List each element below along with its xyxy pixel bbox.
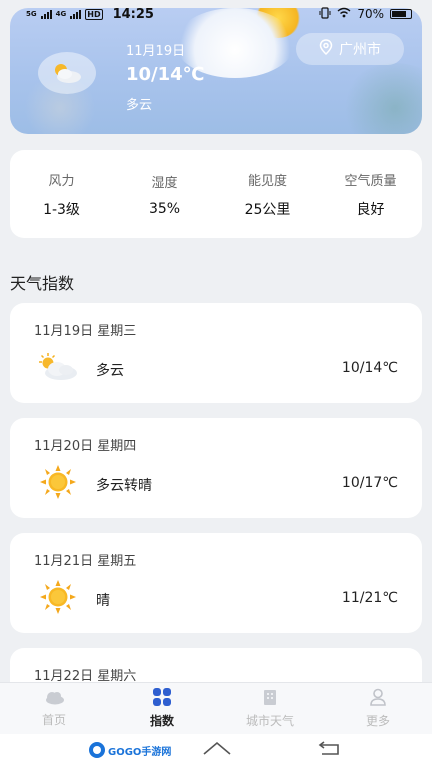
nav-more[interactable]: 更多: [324, 683, 432, 734]
partly-cloudy-icon: [36, 349, 80, 385]
city-name: 广州市: [339, 42, 381, 58]
hd-badge: HD: [85, 8, 103, 20]
forecast-card[interactable]: 11月20日 星期四 多云转晴 10/17℃: [10, 418, 422, 518]
forecast-temperature: 10/14℃: [341, 360, 398, 376]
stat-visibility: 能见度 25公里: [218, 170, 318, 219]
back-button[interactable]: [318, 740, 342, 760]
city-selector-button[interactable]: 广州市: [296, 33, 404, 65]
status-time: 14:25: [112, 6, 154, 22]
wifi-icon: [337, 7, 351, 21]
forecast-date: 11月21日 星期五: [34, 554, 137, 569]
vibrate-icon: [319, 6, 331, 22]
stat-wind: 风力 1-3级: [12, 170, 112, 219]
weather-stats-card: 风力 1-3级 湿度 35% 能见度 25公里 空气质量 良好: [10, 150, 422, 238]
sun-icon: [36, 464, 80, 500]
current-condition: 多云: [126, 98, 153, 113]
current-temperature: 10/14℃: [126, 64, 205, 85]
nav-home[interactable]: 首页: [0, 683, 108, 734]
stat-value: 1-3级: [43, 201, 80, 218]
grid-icon: [152, 688, 172, 710]
network-5g-label: 5G: [26, 9, 37, 18]
section-title: 天气指数: [10, 274, 75, 293]
forecast-temperature: 10/17℃: [341, 475, 398, 491]
status-left: 5G 4G HD 14:25: [26, 7, 154, 22]
back-icon: [318, 741, 339, 755]
stat-air-quality: 空气质量 良好: [321, 170, 421, 219]
location-pin-icon: [319, 39, 333, 59]
battery-icon: [390, 9, 412, 19]
forecast-date: 11月20日 星期四: [34, 439, 137, 454]
nav-label: 首页: [41, 713, 66, 727]
stat-label: 湿度: [151, 175, 178, 191]
cloud-icon: [43, 689, 65, 709]
signal-icon: [40, 9, 52, 19]
user-icon: [369, 688, 387, 710]
stat-humidity: 湿度 35%: [115, 172, 215, 217]
forecast-temperature: 11/21℃: [341, 590, 398, 606]
forecast-card[interactable]: 11月21日 星期五 晴 11/21℃: [10, 533, 422, 633]
forecast-card[interactable]: 11月19日 星期三 多云 10/14℃: [10, 303, 422, 403]
stat-label: 空气质量: [344, 173, 397, 189]
home-icon: [203, 741, 231, 755]
status-bar: 5G 4G HD 14:25 70%: [0, 0, 432, 28]
nav-label: 更多: [365, 714, 390, 728]
nav-label: 指数: [149, 714, 174, 728]
forecast-condition: 多云转晴: [96, 478, 152, 494]
watermark-icon: [89, 742, 105, 758]
forecast-condition: 多云: [96, 363, 124, 379]
nav-label: 城市天气: [245, 714, 294, 728]
home-button[interactable]: [202, 740, 232, 760]
forecast-condition: 晴: [96, 593, 110, 609]
partly-cloudy-icon: [38, 52, 96, 94]
nav-city-weather[interactable]: 城市天气: [216, 683, 324, 734]
building-icon: [261, 688, 279, 710]
stat-value: 25公里: [244, 201, 291, 218]
network-4g-label: 4G: [55, 9, 67, 18]
watermark-text: GOGO手游网: [108, 746, 172, 758]
nav-index[interactable]: 指数: [108, 683, 216, 734]
signal-icon-2: [70, 9, 82, 19]
hero-tree-illustration: [340, 63, 422, 134]
forecast-date: 11月19日 星期三: [34, 324, 137, 339]
stat-label: 风力: [48, 173, 75, 189]
stat-label: 能见度: [247, 173, 287, 189]
current-date: 11月19日: [126, 44, 186, 59]
battery-percent: 70%: [357, 7, 384, 21]
stat-value: 良好: [356, 201, 385, 218]
bottom-navigation: 首页 指数 城市天气 更多: [0, 682, 432, 734]
sun-icon: [36, 579, 80, 615]
site-watermark-logo: GOGO手游网: [88, 739, 174, 761]
stat-value: 35%: [148, 200, 181, 217]
status-right: 70%: [319, 6, 412, 22]
